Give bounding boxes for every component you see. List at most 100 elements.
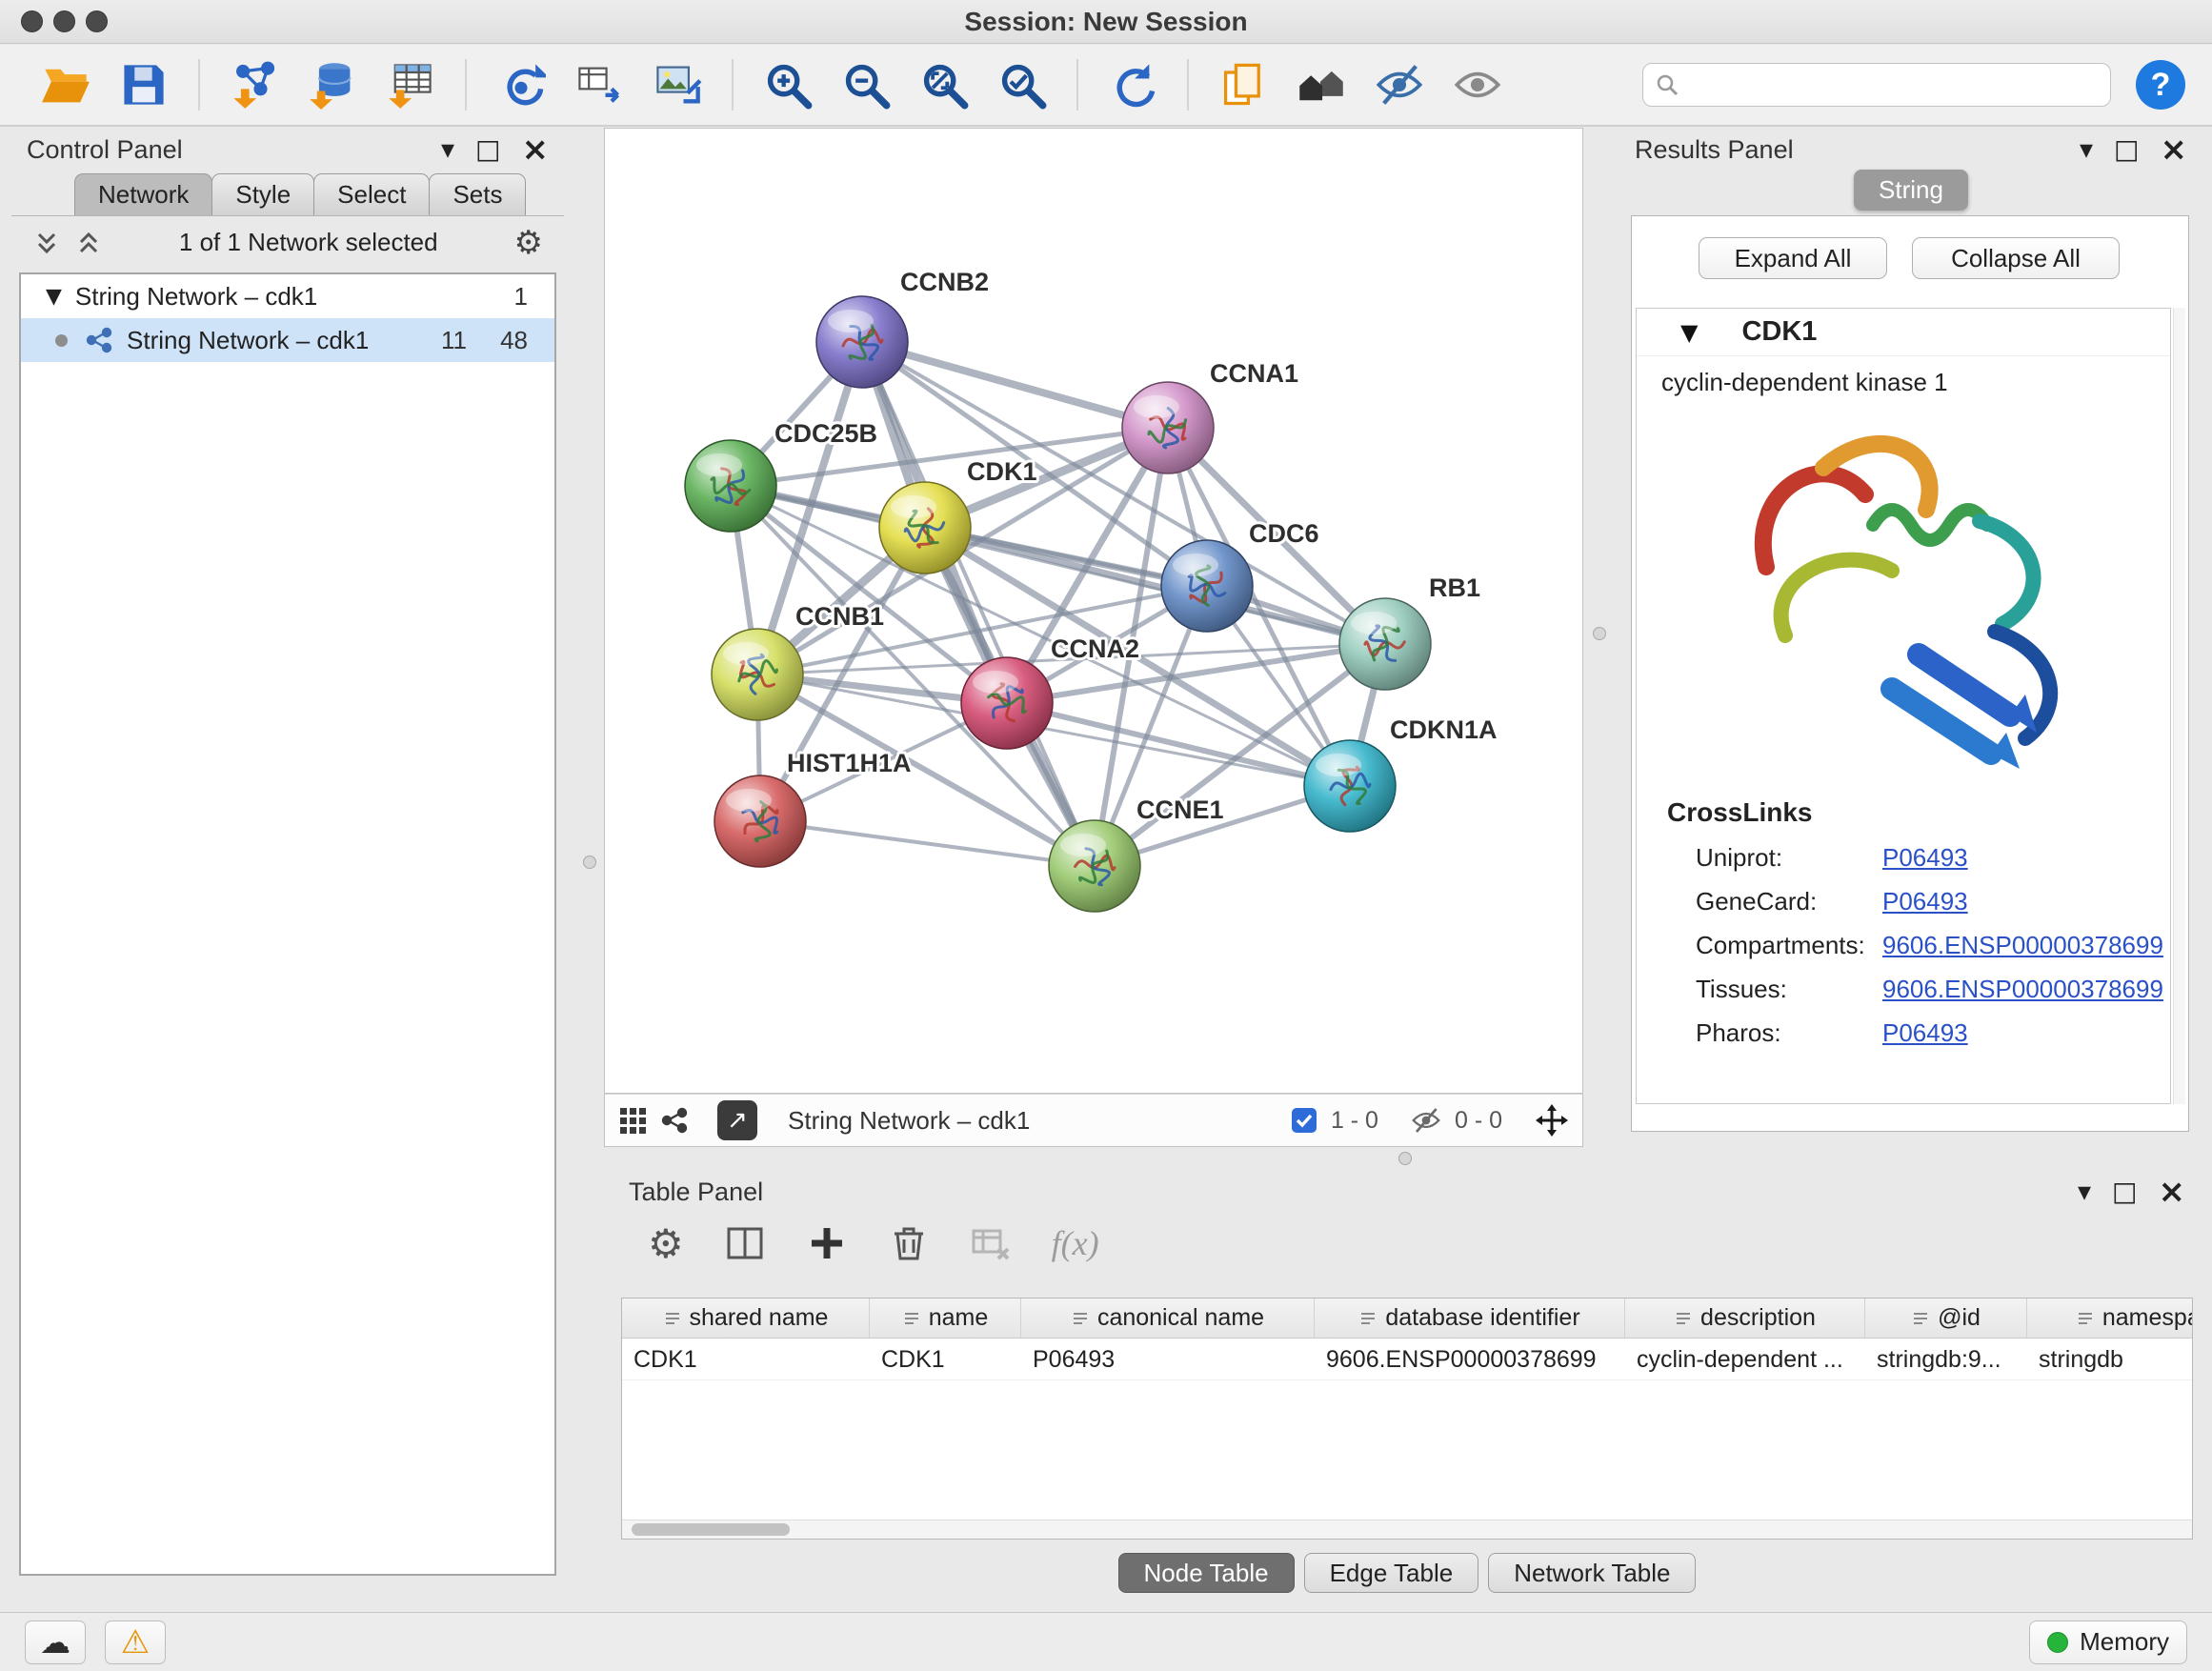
table-options-gear-icon[interactable]: ⚙ xyxy=(648,1220,684,1267)
fit-content-crosshair-icon[interactable] xyxy=(1535,1103,1569,1137)
column-header-description[interactable]: description xyxy=(1625,1299,1865,1338)
network-view-icon[interactable] xyxy=(660,1106,689,1135)
network-selection-summary: 1 of 1 Network selected xyxy=(103,228,514,257)
network-node-CCNB1[interactable] xyxy=(712,629,803,720)
crosslink-link[interactable]: P06493 xyxy=(1882,843,1968,873)
zoom-in-button[interactable] xyxy=(756,53,819,116)
warnings-button[interactable]: ⚠ xyxy=(105,1621,166,1664)
show-columns-icon[interactable] xyxy=(724,1222,766,1264)
string-network-graph[interactable]: CCNB2CCNA1CDC25BCDK1CDC6RB1CCNB1CCNA2CDK… xyxy=(605,129,1582,1093)
expand-all-networks-icon[interactable] xyxy=(32,229,61,257)
network-node-HIST1H1A[interactable] xyxy=(714,775,806,867)
network-view-toolbar: ↗ String Network – cdk1 1 - 0 0 - 0 xyxy=(604,1094,1583,1147)
collapse-all-networks-icon[interactable] xyxy=(74,229,103,257)
collapse-collection-icon[interactable]: ▼ xyxy=(46,285,62,309)
copy-document-button[interactable] xyxy=(1212,53,1275,116)
network-node-CDC25B[interactable] xyxy=(685,440,776,532)
network-options-gear-icon[interactable]: ⚙ xyxy=(514,224,543,262)
tab-node-table[interactable]: Node Table xyxy=(1118,1553,1295,1593)
add-column-icon[interactable] xyxy=(806,1222,848,1264)
edge-CCNB2-CCNE1[interactable] xyxy=(862,342,1095,866)
new-network-from-table-button[interactable] xyxy=(568,53,631,116)
node-label-CCNB1: CCNB1 xyxy=(795,602,884,631)
import-network-from-file-button[interactable] xyxy=(223,53,286,116)
edge-CCNB2-CCNA1[interactable] xyxy=(862,342,1168,428)
collapse-all-button[interactable]: Collapse All xyxy=(1912,237,2120,279)
table-row[interactable]: CDK1CDK1P064939606.ENSP00000378699cyclin… xyxy=(622,1339,2192,1380)
tab-sets[interactable]: Sets xyxy=(429,173,526,215)
column-header-name[interactable]: name xyxy=(870,1299,1021,1338)
panel-menu-icon[interactable]: ▾ xyxy=(2078,1178,2091,1205)
panel-close-icon[interactable]: × xyxy=(2159,1176,2186,1208)
panel-menu-icon[interactable]: ▾ xyxy=(2080,136,2093,163)
delete-column-trash-icon[interactable] xyxy=(888,1222,930,1264)
network-overview-button[interactable] xyxy=(1290,53,1353,116)
column-header--id[interactable]: @id xyxy=(1865,1299,2027,1338)
save-session-button[interactable] xyxy=(112,53,175,116)
tab-style[interactable]: Style xyxy=(211,173,314,215)
tab-select[interactable]: Select xyxy=(313,173,430,215)
column-header-shared-name[interactable]: shared name xyxy=(622,1299,870,1338)
network-node-CDKN1A[interactable] xyxy=(1304,740,1396,832)
show-graphics-details-button[interactable] xyxy=(1446,53,1509,116)
tab-network[interactable]: Network xyxy=(74,173,212,215)
search-input[interactable] xyxy=(1689,70,2099,100)
eye-icon xyxy=(1453,60,1502,110)
eye-slash-icon xyxy=(1375,60,1424,110)
tab-edge-table[interactable]: Edge Table xyxy=(1304,1553,1479,1593)
cloud-button[interactable]: ☁ xyxy=(25,1621,86,1664)
expand-all-button[interactable]: Expand All xyxy=(1699,237,1887,279)
tab-string[interactable]: String xyxy=(1854,170,1968,211)
crosslink-link[interactable]: 9606.ENSP00000378699 xyxy=(1882,975,2163,1004)
network-row[interactable]: String Network – cdk1 11 48 xyxy=(21,318,554,362)
network-node-CDC6[interactable] xyxy=(1161,540,1253,632)
horizontal-splitter-handle[interactable] xyxy=(1398,1152,1412,1165)
export-image-button[interactable] xyxy=(646,53,709,116)
import-table-from-file-button[interactable] xyxy=(379,53,442,116)
collapse-gene-icon[interactable]: ▼ xyxy=(1680,319,1698,346)
cloud-icon: ☁ xyxy=(40,1624,70,1661)
zoom-fit-button[interactable] xyxy=(913,53,975,116)
help-button[interactable]: ? xyxy=(2136,60,2185,110)
panel-menu-icon[interactable]: ▾ xyxy=(441,136,454,163)
scrollbar-thumb[interactable] xyxy=(632,1523,790,1536)
network-view-canvas[interactable]: CCNB2CCNA1CDC25BCDK1CDC6RB1CCNB1CCNA2CDK… xyxy=(604,128,1583,1094)
edge-HIST1H1A-CCNE1[interactable] xyxy=(760,821,1095,866)
network-from-selection-button[interactable] xyxy=(490,53,553,116)
crosslink-link[interactable]: P06493 xyxy=(1882,887,1968,916)
toolbar-separator xyxy=(732,59,734,111)
network-node-CCNE1[interactable] xyxy=(1049,820,1140,912)
panel-float-icon[interactable]: □ xyxy=(475,136,500,163)
column-header-namespace[interactable]: namespace xyxy=(2027,1299,2193,1338)
panel-float-icon[interactable]: □ xyxy=(2114,136,2139,163)
detach-view-button[interactable]: ↗ xyxy=(717,1100,757,1140)
column-header-canonical-name[interactable]: canonical name xyxy=(1021,1299,1315,1338)
network-collection-row[interactable]: ▼ String Network – cdk1 1 xyxy=(21,274,554,318)
column-header-database-identifier[interactable]: database identifier xyxy=(1315,1299,1625,1338)
memory-button[interactable]: Memory xyxy=(2029,1621,2187,1664)
network-node-CCNA1[interactable] xyxy=(1122,382,1214,473)
results-scrollbar[interactable] xyxy=(2173,308,2185,1104)
selected-items-checkbox-icon[interactable] xyxy=(1291,1107,1317,1134)
open-session-button[interactable] xyxy=(34,53,97,116)
hidden-items-icon[interactable] xyxy=(1411,1105,1441,1136)
zoom-selected-button[interactable] xyxy=(991,53,1054,116)
right-splitter-handle[interactable] xyxy=(1593,627,1606,640)
left-splitter-handle[interactable] xyxy=(583,856,596,869)
crosslink-link[interactable]: 9606.ENSP00000378699 xyxy=(1882,931,2163,960)
crosslink-link[interactable]: P06493 xyxy=(1882,1018,1968,1048)
grid-view-icon[interactable] xyxy=(618,1106,647,1135)
refresh-network-button[interactable] xyxy=(1101,53,1164,116)
network-node-CDK1[interactable] xyxy=(879,482,971,574)
network-node-CCNA2[interactable] xyxy=(961,657,1053,749)
panel-float-icon[interactable]: □ xyxy=(2112,1178,2137,1205)
network-node-RB1[interactable] xyxy=(1339,598,1431,690)
zoom-out-button[interactable] xyxy=(835,53,897,116)
network-node-CCNB2[interactable] xyxy=(816,296,908,388)
hide-graphics-details-button[interactable] xyxy=(1368,53,1431,116)
import-network-from-database-button[interactable] xyxy=(301,53,364,116)
table-horizontal-scrollbar[interactable] xyxy=(622,1520,2192,1539)
tab-network-table[interactable]: Network Table xyxy=(1488,1553,1696,1593)
panel-close-icon[interactable]: × xyxy=(2161,133,2188,166)
panel-close-icon[interactable]: × xyxy=(522,133,550,166)
